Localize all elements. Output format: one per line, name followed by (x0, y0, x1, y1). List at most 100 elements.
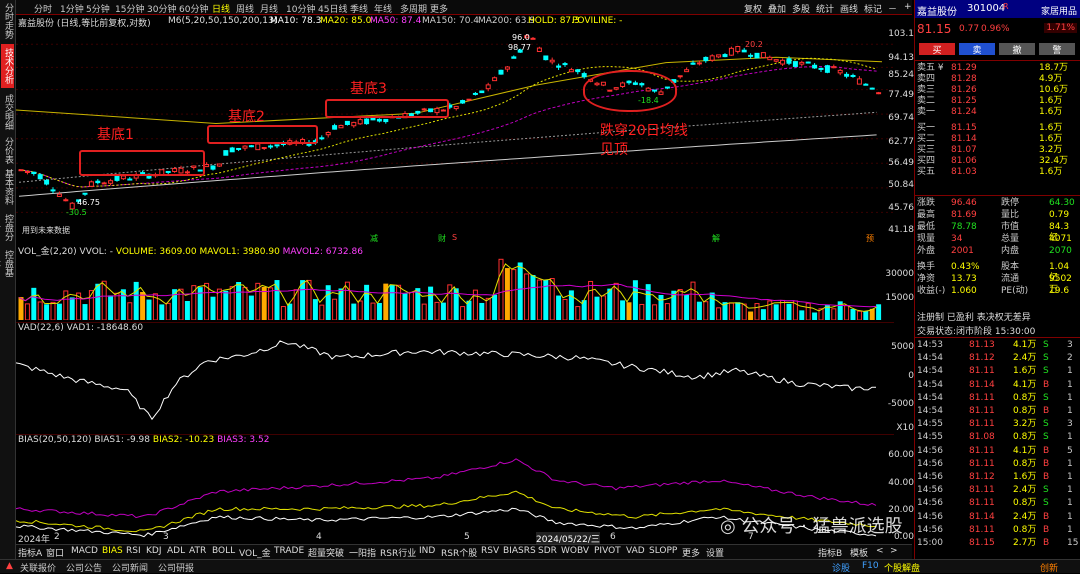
volume-bar (127, 302, 133, 320)
tab-slopp[interactable]: SLOPP (649, 546, 677, 556)
vad-chart[interactable] (16, 322, 894, 432)
mark-button[interactable]: 标记 (864, 2, 882, 15)
vtab-price-table[interactable]: 分价表 (1, 136, 14, 164)
tab-vol-gold[interactable]: VOL_金 (239, 546, 271, 559)
industry-label[interactable]: 家居用品 (1041, 4, 1077, 17)
volume-bar (856, 310, 862, 320)
zoom-in-button[interactable]: + (904, 2, 912, 12)
price-row: 81.15 0.77 0.96% 1.71% (915, 20, 1080, 38)
high-label: 20.2 (745, 40, 763, 49)
tf-yearly[interactable]: 年线 (374, 2, 392, 15)
y-label: 103.1 (888, 29, 914, 39)
volume-bar (210, 296, 216, 320)
event-mark-s[interactable]: S (452, 233, 457, 242)
annotation-break-ma20: 跌穿20日均线 (600, 123, 688, 139)
tab-bias[interactable]: BIAS (102, 546, 123, 556)
tab-indicator-b[interactable]: 指标B (818, 546, 842, 559)
tab-pivot[interactable]: PIVOT (594, 546, 621, 556)
status-research[interactable]: 公司研报 (158, 561, 194, 574)
tick-row: 14:56 81.11 0.8万 B 1 (917, 525, 1077, 536)
stats-button[interactable]: 统计 (816, 2, 834, 15)
status-innovation[interactable]: 创新 (1040, 561, 1058, 574)
tab-adl[interactable]: ADL (167, 546, 185, 556)
status-related-quotes[interactable]: 关联报价 (20, 561, 56, 574)
tab-kdj[interactable]: KDJ (146, 546, 162, 556)
cancel-order-button[interactable]: 撤 (999, 43, 1035, 56)
tab-rsr-industry[interactable]: RSR行业 (380, 546, 416, 559)
tf-5min[interactable]: 5分钟 (86, 2, 110, 15)
tab-rsv[interactable]: RSV (481, 546, 499, 556)
tf-1min[interactable]: 1分钟 (60, 2, 84, 15)
vtab-control-basic[interactable]: 控盘基本 (1, 246, 14, 280)
tab-boll[interactable]: BOLL (212, 546, 235, 556)
tab-settings[interactable]: 设置 (706, 546, 724, 559)
tab-atr[interactable]: ATR (189, 546, 206, 556)
tf-45day[interactable]: 45日线 (318, 2, 347, 15)
vtab-technical[interactable]: 技术分析 (1, 44, 14, 88)
tf-60min[interactable]: 60分钟 (179, 2, 208, 15)
overlay-button[interactable]: 叠加 (768, 2, 786, 15)
tf-more[interactable]: 更多 (430, 2, 448, 15)
vtab-trades[interactable]: 成交明细 (1, 90, 14, 134)
candle-body (357, 119, 363, 125)
tf-10min[interactable]: 10分钟 (286, 2, 315, 15)
draw-line-button[interactable]: 画线 (840, 2, 858, 15)
tab-vad[interactable]: VAD (626, 546, 645, 556)
volume-chart[interactable] (16, 242, 894, 320)
status-f10[interactable]: F10 (862, 561, 879, 571)
tab-volume-breakout[interactable]: 超量突破 (308, 546, 344, 559)
tab-indicator-a[interactable]: 指标A (18, 546, 42, 559)
tf-15min[interactable]: 15分钟 (115, 2, 144, 15)
tab-biasrs[interactable]: BIASRS (503, 546, 536, 556)
scroll-right-button[interactable]: > (890, 546, 898, 556)
tick-list[interactable]: 14:53 81.13 4.1万 S 3 14:54 81.12 2.4万 S 2 14:54 81.… (915, 337, 1080, 558)
alert-button[interactable]: 警 (1039, 43, 1075, 56)
tab-macd[interactable]: MACD (71, 546, 98, 556)
tab-yiyangzhi[interactable]: 一阳指 (349, 546, 376, 559)
tab-rsi[interactable]: RSI (126, 546, 141, 556)
multi-stock-button[interactable]: 多股 (792, 2, 810, 15)
status-news[interactable]: 公司新闻 (112, 561, 148, 574)
tick-time: 14:56 (917, 458, 943, 469)
volume-bar (146, 299, 152, 320)
top-ellipse (583, 70, 677, 112)
tf-daily[interactable]: 日线 (212, 2, 230, 15)
adjust-button[interactable]: 复权 (744, 2, 762, 15)
tab-window[interactable]: 窗口 (46, 546, 64, 559)
tf-intraday[interactable]: 分时 (34, 2, 52, 15)
tab-trade[interactable]: TRADE (274, 546, 304, 556)
tab-ind[interactable]: IND (419, 546, 435, 556)
status-announcements[interactable]: 公司公告 (66, 561, 102, 574)
vtab-intraday[interactable]: 分时走势 (1, 0, 14, 42)
volume-bar (735, 302, 741, 320)
tf-monthly[interactable]: 月线 (260, 2, 278, 15)
tf-30min[interactable]: 30分钟 (147, 2, 176, 15)
tf-weekly[interactable]: 周线 (236, 2, 254, 15)
status-diagnose[interactable]: 诊股 (832, 561, 850, 574)
tab-wobv[interactable]: WOBV (561, 546, 589, 556)
volume-bar (863, 310, 869, 320)
tab-more[interactable]: 更多 (682, 546, 700, 559)
vtab-basic-info[interactable]: 基本资料 (1, 166, 14, 208)
level-price: 81.15 (951, 123, 977, 133)
vtab-control-analysis[interactable]: 控盘分析 (1, 210, 14, 244)
candle-body (108, 180, 114, 184)
zoom-out-button[interactable]: － (888, 2, 897, 15)
sell-button[interactable]: 卖 (959, 43, 995, 56)
bid-level: 买五 81.03 1.6万 (917, 167, 1077, 178)
volume-bar (664, 303, 670, 320)
tab-rsr-stock[interactable]: RSR个股 (441, 546, 477, 559)
tick-price: 81.11 (969, 445, 995, 456)
buy-button[interactable]: 买 (919, 43, 955, 56)
candle-body (120, 175, 126, 180)
candle-body (325, 131, 331, 136)
candle-body (319, 137, 325, 140)
tab-template[interactable]: 模板 (850, 546, 868, 559)
scroll-left-button[interactable]: < (876, 546, 884, 556)
tab-sdr[interactable]: SDR (538, 546, 557, 556)
tf-quarter[interactable]: 季线 (350, 2, 368, 15)
level-price: 81.28 (951, 74, 977, 84)
tf-multi[interactable]: 多周期 (400, 2, 427, 15)
tick-row: 15:00 81.15 2.7万 B 15 (917, 538, 1078, 549)
status-stock-analysis[interactable]: 个股解盘 (884, 561, 920, 574)
